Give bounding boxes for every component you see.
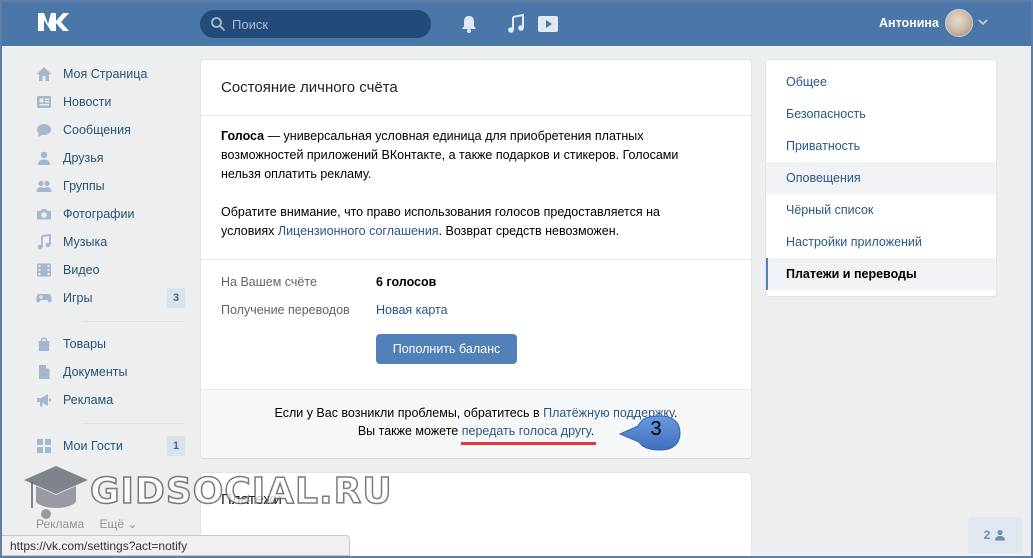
sidebar-item-guests[interactable]: Мои Гости 1 [30,432,190,460]
bag-icon [36,336,52,352]
support-text: Если у Вас возникли проблемы, обратитесь… [274,406,544,420]
balance-value: 6 голосов [376,275,437,289]
sidebar-item-label: Реклама [63,393,114,407]
search-input[interactable] [232,16,422,32]
sidebar-item-documents[interactable]: Документы [30,358,190,386]
sidebar-divider [82,321,184,322]
video-icon [36,262,52,278]
sidebar-item-label: Друзья [63,151,104,165]
document-icon [36,364,52,380]
sidebar-item-groups[interactable]: Группы [30,172,190,200]
sidebar-item-messages[interactable]: Сообщения [30,116,190,144]
license-note-end: . Возврат средств невозможен. [438,224,620,238]
sidebar-item-label: Группы [63,179,105,193]
settings-item-payments[interactable]: Платежи и переводы [766,258,996,290]
sidebar-item-goods[interactable]: Товары [30,330,190,358]
new-card-link[interactable]: Новая карта [376,303,448,317]
left-sidebar: Моя Страница Новости Сообщения Друзья Гр… [30,60,190,460]
music-icon [36,234,52,250]
balance-label: На Вашем счёте [221,275,317,289]
page-title: Состояние личного счёта [221,79,398,96]
person-icon [995,530,1006,541]
sidebar-item-label: Фотографии [63,207,135,221]
footer-more-link[interactable]: Ещё ⌄ [99,517,137,531]
friends-online-button[interactable]: 2 [968,517,1022,553]
highlight-underline [461,442,596,445]
sidebar-item-label: Товары [63,337,106,351]
callout-number: 3 [650,418,662,440]
graduation-cap-logo-icon [24,466,88,519]
sidebar-item-friends[interactable]: Друзья [30,144,190,172]
friends-online-count: 2 [983,528,991,542]
divider [201,115,751,116]
sidebar-item-label: Моя Страница [63,67,148,81]
friends-icon [36,150,52,166]
footer-links: Реклама Ещё ⌄ [36,517,149,531]
sidebar-item-ads[interactable]: Реклама [30,386,190,414]
balance-panel: Состояние личного счёта Голоса — универс… [201,60,751,458]
settings-item-app-settings[interactable]: Настройки приложений [766,226,996,258]
payments-title: Платежи [221,491,282,508]
settings-item-security[interactable]: Безопасность [766,98,996,130]
settings-item-privacy[interactable]: Приватность [766,130,996,162]
transfer-text-end: . [590,424,595,438]
settings-item-notifications[interactable]: Оповещения [766,162,996,194]
bell-icon[interactable] [458,13,480,35]
sidebar-item-label: Мои Гости [63,439,123,453]
gamepad-icon [36,290,52,306]
groups-icon [36,178,52,194]
news-icon [36,94,52,110]
grid-icon [36,438,52,454]
megaphone-icon [36,392,52,408]
votes-description: — универсальная условная единица для при… [221,129,679,181]
sidebar-item-music[interactable]: Музыка [30,228,190,256]
sidebar-divider [82,423,184,424]
votes-term: Голоса [221,129,265,143]
home-icon [36,66,52,82]
sidebar-item-label: Документы [63,365,128,379]
top-header: Антонина [0,0,1033,46]
games-count-badge: 3 [167,288,185,308]
license-agreement-link[interactable]: Лицензионного соглашения [278,224,439,238]
user-name[interactable]: Антонина [879,16,939,30]
messages-icon [36,122,52,138]
music-note-icon[interactable] [505,13,527,35]
avatar[interactable] [945,9,973,37]
sidebar-item-label: Игры [63,291,93,305]
search-icon [211,17,225,31]
description: Голоса — универсальная условная единица … [221,127,711,260]
camera-icon [36,206,52,222]
sidebar-item-games[interactable]: Игры 3 [30,284,190,312]
divider [201,259,751,260]
topup-balance-button[interactable]: Пополнить баланс [376,334,517,364]
sidebar-item-video[interactable]: Видео [30,256,190,284]
settings-menu: Общее Безопасность Приватность Оповещени… [766,60,996,296]
chevron-down-icon[interactable] [978,18,988,26]
sidebar-item-label: Музыка [63,235,108,249]
sidebar-item-my-page[interactable]: Моя Страница [30,60,190,88]
footer-ads-link[interactable]: Реклама [36,517,84,531]
transfers-label: Получение переводов [221,303,350,317]
sidebar-item-label: Сообщения [63,123,131,137]
sidebar-item-photos[interactable]: Фотографии [30,200,190,228]
guests-count-badge: 1 [167,436,185,456]
sidebar-item-label: Видео [63,263,100,277]
sidebar-item-label: Новости [63,95,112,109]
play-icon[interactable] [537,13,559,35]
settings-item-general[interactable]: Общее [766,66,996,98]
settings-item-blacklist[interactable]: Чёрный список [766,194,996,226]
status-bar-url: https://vk.com/settings?act=notify [2,535,350,556]
sidebar-item-news[interactable]: Новости [30,88,190,116]
vk-logo-icon[interactable] [36,11,70,33]
transfer-votes-link[interactable]: передать голоса другу [462,424,591,438]
transfer-text: Вы также можете [357,424,462,438]
search-box[interactable] [200,10,431,38]
